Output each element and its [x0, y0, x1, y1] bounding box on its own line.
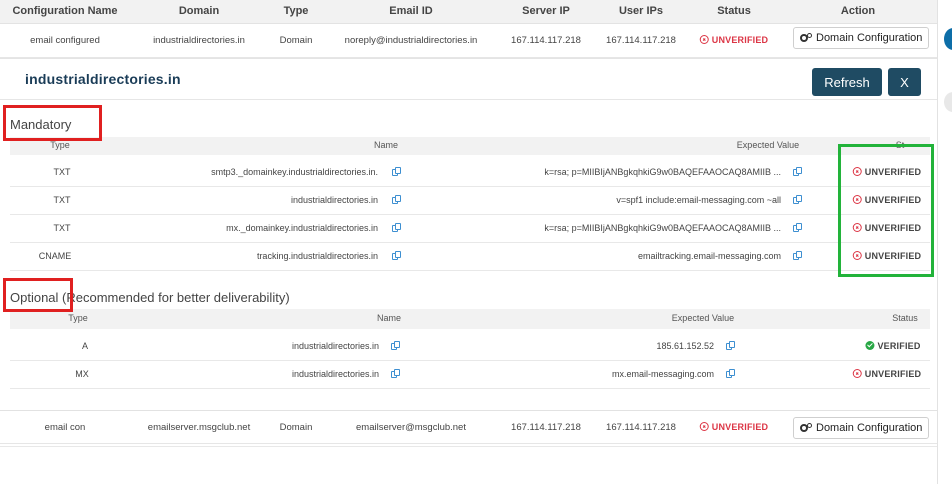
record-value: v=spf1 include:email-messaging.com ~all	[616, 195, 781, 205]
server-ip-cell: 167.114.117.218	[511, 422, 581, 433]
status-label: UNVERIFIED	[711, 422, 769, 432]
table-row: TXT mx._domainkey.industrialdirectories.…	[10, 215, 930, 243]
type-cell: Domain	[279, 422, 313, 433]
optional-table-header: Type Name Expected Value Status	[10, 309, 930, 329]
record-type: CNAME	[38, 251, 72, 261]
header-status: Status	[717, 5, 751, 17]
domain-configuration-label: Domain Configuration	[816, 422, 923, 434]
copy-icon[interactable]	[392, 223, 401, 233]
floating-button[interactable]	[944, 92, 952, 112]
record-value: k=rsa; p=MIIBIjANBgkqhkiG9w0BAQEFAAOCAQ8…	[544, 223, 781, 233]
header-user-ips: User IPs	[618, 5, 664, 17]
optional-header-type: Type	[68, 313, 88, 323]
table-row: CNAME tracking.industrialdirectories.in …	[10, 243, 930, 271]
type-cell: Domain	[279, 35, 313, 46]
status-label: UNVERIFIED	[711, 35, 769, 45]
divider	[937, 0, 938, 484]
copy-icon[interactable]	[793, 251, 802, 261]
config-name-cell: email configured	[30, 35, 100, 46]
table-row: email con emailserver.msgclub.net Domain…	[0, 410, 938, 444]
main-table-header: Configuration Name Domain Type Email ID …	[0, 0, 938, 24]
config-name-cell: email con	[44, 422, 86, 433]
table-row: A industrialdirectories.in 185.61.152.52…	[10, 333, 930, 361]
email-id-cell: noreply@industrialdirectories.in	[344, 35, 478, 46]
status-badge: VERIFIED	[865, 341, 920, 351]
mandatory-table-header: Type Name Expected Value St	[10, 137, 930, 155]
record-value: mx.email-messaging.com	[611, 369, 714, 379]
x-circle-icon	[699, 422, 709, 431]
server-ip-cell: 167.114.117.218	[511, 35, 581, 46]
x-circle-icon	[852, 369, 862, 378]
copy-icon[interactable]	[391, 369, 400, 379]
record-name: industrialdirectories.in	[291, 341, 379, 351]
record-value: 185.61.152.52	[656, 341, 714, 351]
record-type: TXT	[53, 223, 71, 233]
record-value: emailtracking.email-messaging.com	[637, 251, 781, 261]
gears-icon	[800, 33, 812, 43]
record-name: industrialdirectories.in	[290, 195, 378, 205]
header-configuration-name: Configuration Name	[12, 5, 118, 17]
record-name: industrialdirectories.in	[291, 369, 379, 379]
domain-cell: industrialdirectories.in	[153, 35, 245, 46]
mandatory-header-name: Name	[373, 140, 399, 150]
status-badge: UNVERIFIED	[699, 422, 769, 432]
domain-configuration-button[interactable]: Domain Configuration	[793, 27, 930, 49]
table-row: TXT industrialdirectories.in v=spf1 incl…	[10, 187, 930, 215]
mandatory-header-expected-value: Expected Value	[736, 140, 800, 150]
record-name: smtp3._domainkey.industrialdirectories.i…	[211, 167, 378, 177]
table-footer-area	[0, 446, 938, 484]
record-value: k=rsa; p=MIIBIjANBgkqhkiG9w0BAQEFAAOCAQ8…	[544, 167, 781, 177]
header-type: Type	[283, 5, 309, 17]
divider	[0, 99, 938, 100]
check-circle-icon	[865, 341, 875, 350]
highlight-box-optional	[3, 278, 73, 312]
highlight-box-status	[838, 144, 934, 277]
record-type: A	[81, 341, 89, 351]
record-type: MX	[75, 369, 89, 379]
header-action: Action	[840, 5, 876, 17]
email-id-cell: emailserver@msgclub.net	[356, 422, 466, 433]
optional-header-name: Name	[376, 313, 402, 323]
status-badge: UNVERIFIED	[699, 35, 769, 45]
close-button[interactable]: X	[888, 68, 921, 96]
copy-icon[interactable]	[793, 195, 802, 205]
record-type: TXT	[53, 167, 71, 177]
mandatory-header-type: Type	[50, 140, 70, 150]
header-email-id: Email ID	[389, 5, 433, 17]
copy-icon[interactable]	[726, 341, 735, 351]
copy-icon[interactable]	[391, 341, 400, 351]
header-domain: Domain	[178, 5, 220, 17]
copy-icon[interactable]	[793, 167, 802, 177]
copy-icon[interactable]	[392, 195, 401, 205]
table-row: email configured industrialdirectories.i…	[0, 24, 938, 58]
status-label: VERIFIED	[877, 341, 921, 351]
user-ips-cell: 167.114.117.218	[606, 422, 676, 433]
status-label: UNVERIFIED	[864, 369, 922, 379]
optional-header-expected-value: Expected Value	[671, 313, 735, 323]
status-badge: UNVERIFIED	[852, 369, 922, 379]
gears-icon	[800, 423, 812, 433]
header-server-ip: Server IP	[522, 5, 570, 17]
copy-icon[interactable]	[392, 251, 401, 261]
optional-subtitle: (Recommended for better deliverability)	[62, 290, 290, 305]
record-type: TXT	[53, 195, 71, 205]
copy-icon[interactable]	[392, 167, 401, 177]
highlight-box-mandatory	[3, 105, 102, 141]
domain-configuration-button[interactable]: Domain Configuration	[793, 417, 930, 439]
refresh-button[interactable]: Refresh	[812, 68, 882, 96]
floating-action-button[interactable]	[944, 28, 952, 50]
user-ips-cell: 167.114.117.218	[606, 35, 676, 46]
domain-config-panel: industrialdirectories.in Refresh X Manda…	[0, 58, 938, 390]
copy-icon[interactable]	[793, 223, 802, 233]
table-row: MX industrialdirectories.in mx.email-mes…	[10, 361, 930, 389]
table-row: TXT smtp3._domainkey.industrialdirectori…	[10, 159, 930, 187]
copy-icon[interactable]	[726, 369, 735, 379]
record-name: tracking.industrialdirectories.in	[256, 251, 378, 261]
domain-cell: emailserver.msgclub.net	[147, 422, 251, 433]
record-name: mx._domainkey.industrialdirectories.in	[226, 223, 378, 233]
x-circle-icon	[699, 35, 709, 44]
domain-configuration-label: Domain Configuration	[816, 32, 923, 44]
panel-domain-title: industrialdirectories.in	[25, 71, 181, 87]
optional-header-status: Status	[892, 313, 918, 323]
